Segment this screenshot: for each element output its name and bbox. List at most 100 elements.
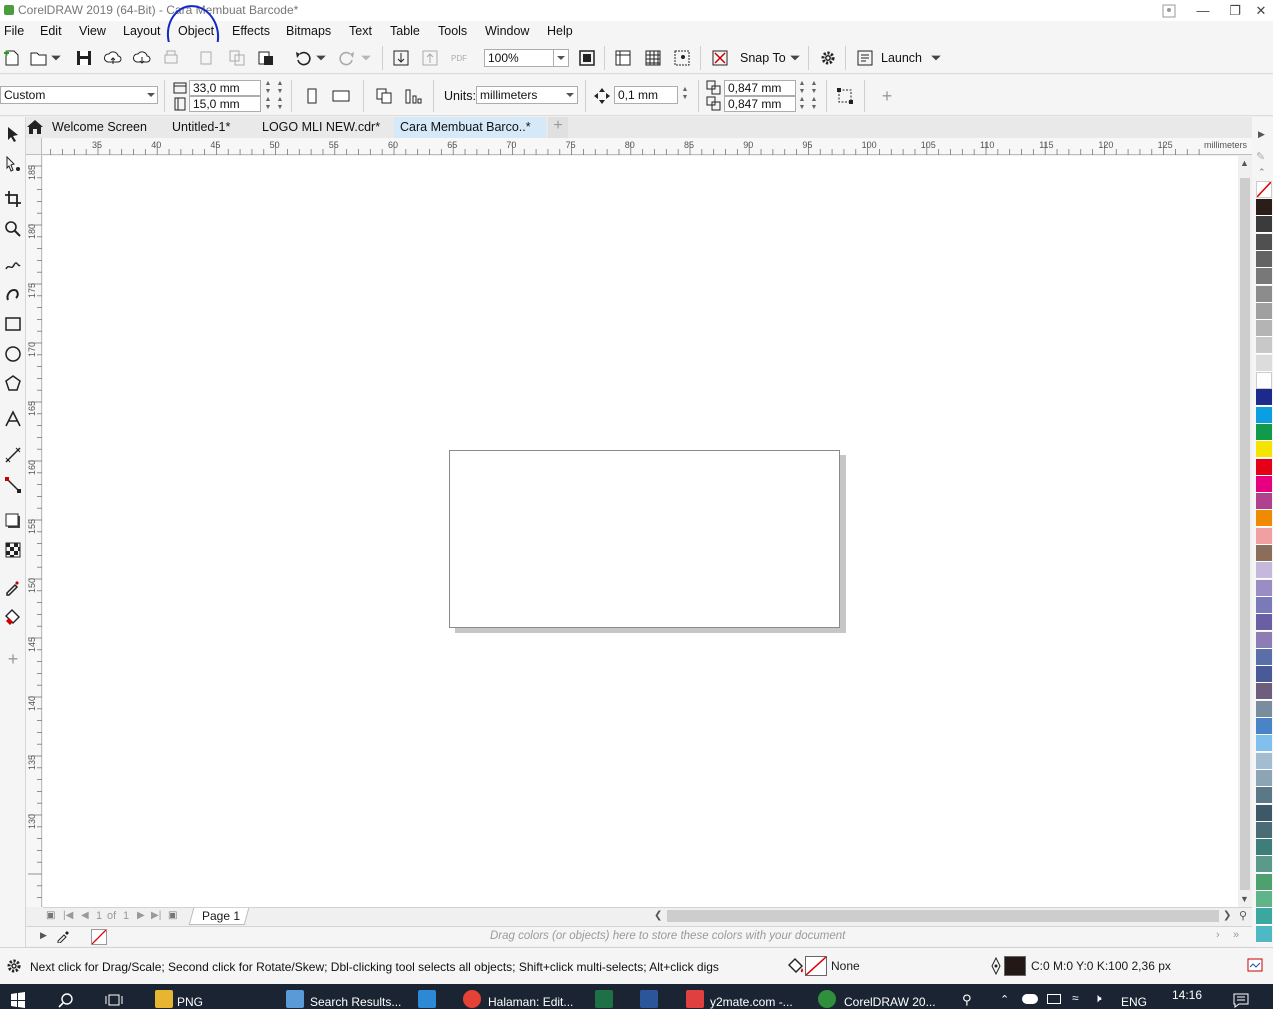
minimize-button[interactable]: — [1186, 0, 1220, 21]
windows-start-icon[interactable] [10, 992, 26, 1009]
units-dropdown-icon[interactable] [563, 87, 577, 103]
ellipse-tool-icon[interactable] [3, 344, 23, 364]
menu-edit[interactable]: Edit [40, 24, 62, 38]
palette-color-swatch[interactable] [1256, 925, 1272, 943]
palette-color-swatch[interactable] [1256, 475, 1272, 493]
palette-color-swatch[interactable] [1256, 320, 1272, 338]
palette-color-swatch[interactable] [1256, 250, 1272, 268]
page-size-dropdown-icon[interactable] [144, 87, 157, 103]
snap-off-icon[interactable] [710, 48, 730, 68]
vertical-scroll-thumb[interactable] [1240, 178, 1250, 890]
palette-color-swatch[interactable] [1256, 700, 1272, 718]
menu-file[interactable]: File [4, 24, 24, 38]
cloud-download-icon[interactable] [132, 48, 152, 68]
palette-color-swatch[interactable] [1256, 354, 1272, 372]
duplicate-y-spinner[interactable]: ▲ ▼ [797, 96, 807, 114]
scroll-up-icon[interactable]: ▲ [1240, 158, 1249, 168]
scroll-left-icon[interactable]: ❮ [654, 910, 662, 921]
undo-icon[interactable] [293, 48, 313, 68]
status-settings-gear-icon[interactable] [5, 957, 23, 978]
docker-expand-icon[interactable]: ▶ [1258, 129, 1265, 140]
palette-color-swatch[interactable] [1256, 372, 1272, 389]
volume-icon[interactable]: 🕨 [1094, 991, 1102, 1006]
duplicate-distance-x-field[interactable]: 0,847 mm [724, 80, 796, 96]
wifi-icon[interactable]: ≈ [1072, 991, 1079, 1005]
duplicate-y-spinner-2[interactable]: ▲ ▼ [809, 96, 819, 114]
horizontal-scroll-thumb[interactable] [667, 910, 1219, 922]
tray-overflow-icon[interactable]: ⌃ [1000, 993, 1009, 1006]
add-page-before-icon[interactable]: ▣ [46, 910, 55, 921]
palette-color-swatch[interactable] [1256, 804, 1272, 822]
first-page-icon[interactable]: |◀ [63, 910, 73, 921]
import-icon[interactable] [391, 48, 411, 68]
vertical-ruler[interactable]: 185 180 175 170 165 160 155 150 145 140 135 130 [26, 155, 42, 907]
doc-palette-scroll-right-icon[interactable]: › [1216, 929, 1220, 941]
transparency-tool-icon[interactable] [3, 540, 23, 560]
help-docker-icon[interactable] [1152, 0, 1186, 21]
chrome-icon[interactable] [463, 990, 481, 1008]
vertical-scrollbar[interactable]: ▲ ▼ [1238, 156, 1252, 907]
page-size-preset-select[interactable]: Custom [0, 86, 158, 104]
save-icon[interactable] [74, 48, 94, 68]
palette-color-swatch[interactable] [1256, 787, 1272, 805]
palette-color-swatch[interactable] [1256, 337, 1272, 355]
palette-color-swatch[interactable] [1256, 562, 1272, 580]
open-recent-dropdown-icon[interactable] [50, 48, 62, 68]
palette-color-swatch[interactable] [1256, 769, 1272, 787]
eyedropper-tool-icon[interactable] [3, 577, 23, 597]
palette-color-swatch[interactable] [1256, 891, 1272, 908]
palette-color-swatch[interactable] [1256, 821, 1272, 839]
landscape-orientation-icon[interactable] [331, 86, 351, 106]
snap-to-button[interactable]: Snap To [740, 51, 786, 65]
file-explorer-icon[interactable] [155, 990, 173, 1008]
open-folder-icon[interactable] [29, 48, 49, 68]
palette-color-swatch[interactable] [1256, 648, 1272, 666]
document-page[interactable] [449, 450, 840, 628]
word-icon[interactable] [640, 990, 658, 1008]
last-page-icon[interactable]: ▶| [151, 910, 161, 921]
palette-color-swatch[interactable] [1256, 406, 1272, 424]
page-1-tab[interactable]: Page 1 [202, 909, 240, 923]
palette-color-swatch[interactable] [1256, 216, 1272, 234]
palette-color-swatch[interactable] [1256, 614, 1272, 632]
home-icon[interactable] [26, 119, 44, 138]
scroll-right-icon[interactable]: ❯ [1223, 910, 1231, 921]
horizontal-ruler[interactable]: 35 40 45 50 55 60 65 70 75 80 85 90 95 100 105 110 115 12… [42, 138, 1252, 155]
menu-window[interactable]: Window [485, 24, 529, 38]
add-page-after-icon[interactable]: ▣ [168, 910, 177, 921]
no-color-swatch[interactable] [1256, 181, 1272, 198]
people-icon[interactable]: ⚲ [962, 992, 972, 1008]
taskbar-item-png[interactable]: PNG [177, 984, 203, 1009]
tab-logo-mli-new[interactable]: LOGO MLI NEW.cdr* [262, 117, 394, 138]
portrait-orientation-icon[interactable] [302, 86, 322, 106]
nudge-distance-spinner[interactable]: ▲ ▼ [680, 86, 690, 104]
taskbar-item-halaman[interactable]: Halaman: Edit... [488, 984, 573, 1009]
zoom-one-shot-icon[interactable]: ⚲ [1239, 909, 1247, 922]
palette-color-swatch[interactable] [1256, 233, 1272, 251]
palette-color-swatch[interactable] [1256, 596, 1272, 614]
fill-none-swatch[interactable] [805, 956, 827, 976]
palette-color-swatch[interactable] [1256, 510, 1272, 528]
page-height-field[interactable]: 15,0 mm [189, 96, 261, 112]
drop-shadow-tool-icon[interactable] [3, 511, 23, 531]
freehand-tool-icon[interactable] [3, 254, 23, 274]
current-page-size-icon[interactable] [403, 86, 423, 106]
menu-view[interactable]: View [79, 24, 106, 38]
next-page-icon[interactable]: ▶ [137, 910, 145, 921]
cloud-upload-icon[interactable] [103, 48, 123, 68]
palette-scroll-up-icon[interactable]: ⌃ [1258, 167, 1266, 178]
palette-color-swatch[interactable] [1256, 545, 1272, 562]
action-center-icon[interactable] [1233, 992, 1249, 1009]
palette-color-swatch[interactable] [1256, 199, 1272, 216]
doc-palette-none-swatch[interactable] [91, 929, 107, 945]
publish-pdf-icon[interactable]: PDF [449, 48, 469, 68]
menu-help[interactable]: Help [547, 24, 573, 38]
paste-icon[interactable] [256, 48, 276, 68]
new-document-icon[interactable] [2, 48, 22, 68]
palette-color-swatch[interactable] [1256, 839, 1272, 857]
redo-dropdown-icon[interactable] [360, 48, 372, 68]
palette-color-swatch[interactable] [1256, 423, 1272, 441]
palette-color-swatch[interactable] [1256, 873, 1272, 891]
show-rulers-icon[interactable] [613, 48, 633, 68]
show-grid-icon[interactable] [643, 48, 663, 68]
